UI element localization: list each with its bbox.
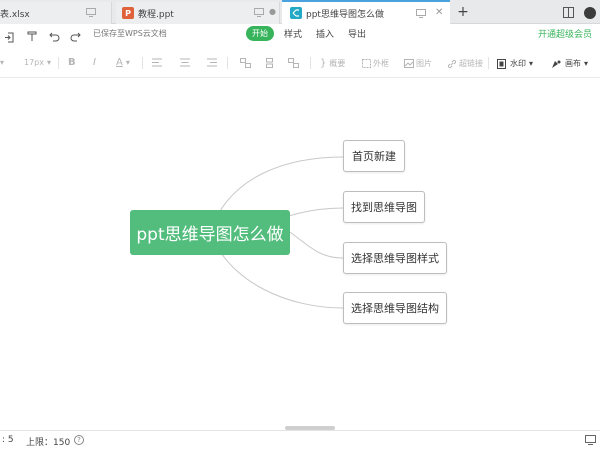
mindmap-child-node[interactable]: 选择思维导图样式 <box>343 242 447 274</box>
chevron-down-icon: ▾ <box>47 58 52 67</box>
screen-icon[interactable] <box>585 434 596 448</box>
summary-button[interactable]: } 概要 <box>320 58 345 69</box>
divider <box>58 57 59 69</box>
chevron-down-icon: ▾ <box>529 59 534 68</box>
tab-label: 表.xlsx <box>0 9 30 20</box>
frame-button[interactable]: 外框 <box>362 58 389 69</box>
align-left-icon[interactable] <box>152 58 164 67</box>
monitor-icon[interactable] <box>416 9 426 20</box>
watermark-label: 水印 <box>510 59 526 68</box>
connector-lines <box>209 156 344 309</box>
avatar[interactable] <box>584 6 596 19</box>
insert-child-icon[interactable] <box>240 58 253 68</box>
dot-icon: ● <box>269 7 276 16</box>
redo-icon[interactable] <box>70 27 81 46</box>
format-painter-icon[interactable] <box>27 27 37 46</box>
tab-label: 教程.ppt <box>138 9 174 20</box>
align-right-icon[interactable] <box>207 58 219 67</box>
tab-xlsx[interactable]: 表.xlsx <box>0 2 112 24</box>
tab-label: ppt思维导图怎么做 <box>306 9 384 20</box>
exit-icon[interactable] <box>4 28 14 47</box>
tab-bar: 表.xlsx P 教程.ppt ● ppt思维导图怎么做 ✕ + <box>0 0 600 24</box>
chevron-down-icon: ▾ <box>0 58 5 67</box>
monitor-icon[interactable] <box>254 8 264 19</box>
frame-label: 外框 <box>373 59 389 68</box>
image-label: 图片 <box>416 59 432 68</box>
watermark-button[interactable]: 水印 ▾ <box>497 58 533 69</box>
mindmap-file-icon <box>290 7 302 19</box>
font-family-select[interactable]: ▾ <box>0 58 4 67</box>
font-color-label: A <box>116 57 123 68</box>
tab-mindmap[interactable]: ppt思维导图怎么做 ✕ <box>282 0 450 24</box>
canvas-button[interactable]: 画布 ▾ <box>551 58 588 69</box>
close-icon[interactable]: ✕ <box>435 7 443 18</box>
node-count: : 5 <box>2 435 14 445</box>
undo-icon[interactable] <box>49 27 60 46</box>
toolbar: ▾ 17px ▾ B I A ▾ } 概要 外框 图片 超链接 水印 ▾ 画布 … <box>0 48 600 78</box>
new-tab-button[interactable]: + <box>456 2 470 22</box>
mindmap-canvas[interactable] <box>0 79 600 429</box>
menu-insert[interactable]: 插入 <box>316 27 334 40</box>
canvas-label: 画布 <box>565 59 581 68</box>
menu-bar: 已保存至WPS云文档 开始 样式 插入 导出 开通超级会员 <box>0 24 600 44</box>
brace-icon: } <box>320 58 327 69</box>
save-status: 已保存至WPS云文档 <box>93 29 167 38</box>
bold-button[interactable]: B <box>68 57 76 68</box>
summary-label: 概要 <box>329 59 346 68</box>
layout-icon[interactable] <box>563 3 574 22</box>
menu-start[interactable]: 开始 <box>246 26 274 41</box>
font-color-button[interactable]: A ▾ <box>116 57 130 68</box>
divider <box>142 57 143 69</box>
chevron-down-icon: ▾ <box>125 58 130 67</box>
divider <box>310 57 311 69</box>
window-controls <box>563 3 596 22</box>
font-size-select[interactable]: 17px ▾ <box>24 58 51 67</box>
menu-style[interactable]: 样式 <box>284 27 302 40</box>
tab-ppt[interactable]: P 教程.ppt ● <box>116 2 280 24</box>
help-icon[interactable]: ? <box>74 435 84 445</box>
image-button[interactable]: 图片 <box>404 58 432 69</box>
status-bar: : 5 上限：150 ? <box>0 430 600 450</box>
hyperlink-button[interactable]: 超链接 <box>447 58 483 69</box>
insert-sibling-icon[interactable] <box>264 58 277 68</box>
connector-line <box>289 231 344 259</box>
align-center-icon[interactable] <box>180 58 192 67</box>
mindmap-child-node[interactable]: 找到思维导图 <box>343 191 425 223</box>
hyperlink-label: 超链接 <box>459 59 483 68</box>
divider <box>227 57 228 69</box>
mindmap-root-node[interactable]: ppt思维导图怎么做 <box>130 210 290 255</box>
node-limit: 上限：150 <box>26 438 71 448</box>
upgrade-link[interactable]: 开通超级会员 <box>538 27 592 40</box>
monitor-icon[interactable] <box>86 8 96 19</box>
mindmap-child-node[interactable]: 选择思维导图结构 <box>343 292 447 324</box>
mindmap-child-node[interactable]: 首页新建 <box>343 140 405 172</box>
font-size-value: 17px <box>24 58 44 67</box>
italic-button[interactable]: I <box>93 57 96 68</box>
insert-parent-icon[interactable] <box>288 58 301 68</box>
menu-export[interactable]: 导出 <box>348 27 366 40</box>
ppt-file-icon: P <box>122 7 134 19</box>
chevron-down-icon: ▾ <box>584 59 589 68</box>
divider <box>488 57 489 69</box>
